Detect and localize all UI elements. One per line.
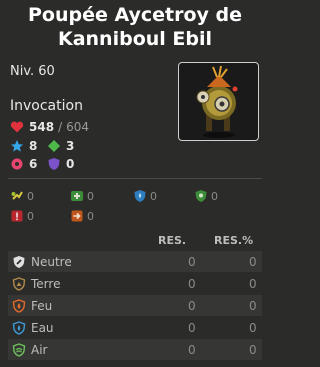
res-value-eau: 0 xyxy=(188,320,196,335)
res-row-terre: Terre 0 0 xyxy=(8,273,262,294)
monster-level: Niv. 60 xyxy=(10,64,55,79)
monster-name-line2: Kanniboul Ebil xyxy=(57,28,213,50)
warning-icon xyxy=(11,210,23,222)
shield-icon xyxy=(48,158,60,170)
heart-icon xyxy=(10,121,24,133)
mini-stat-5-value: 0 xyxy=(27,209,34,223)
res-pct-eau: 0 xyxy=(249,320,257,335)
neutral-shield-icon xyxy=(13,255,25,268)
monster-name-line1: Poupée Aycetroy de xyxy=(27,4,243,26)
hp-value: 548 xyxy=(29,120,55,134)
hp-max: 604 xyxy=(66,120,90,134)
res-row-neutre: Neutre 0 0 xyxy=(8,251,262,272)
res-value-air: 0 xyxy=(188,342,196,357)
mini-stat-3: 0 xyxy=(133,189,157,203)
res-pct-header: RES.% xyxy=(214,234,254,247)
fire-icon xyxy=(12,298,26,313)
earth-shield-icon xyxy=(195,190,207,202)
res-value-neutre: 0 xyxy=(188,254,196,269)
mini-stat-4: 0 xyxy=(194,189,218,203)
water-shield-icon xyxy=(134,190,146,202)
res-row-feu: Feu 0 0 xyxy=(8,295,262,316)
pushback-icon xyxy=(71,210,83,222)
diamond-icon xyxy=(48,140,60,152)
res-pct-neutre: 0 xyxy=(249,254,257,269)
earth-icon xyxy=(12,276,26,291)
shield-value: 0 xyxy=(66,157,75,171)
res-pct-terre: 0 xyxy=(249,276,257,291)
res-name-eau: Eau xyxy=(31,320,54,335)
mini-stat-4-value: 0 xyxy=(211,189,218,203)
res-pct-air: 0 xyxy=(249,342,257,357)
divider xyxy=(8,178,262,179)
ap-value: 8 xyxy=(29,139,38,153)
res-value-terre: 0 xyxy=(188,276,196,291)
res-name-neutre: Neutre xyxy=(31,254,72,269)
ap-mp-row: 8 3 xyxy=(10,139,74,153)
mp-value: 3 xyxy=(66,139,75,153)
res-row-eau: Eau 0 0 xyxy=(8,317,262,338)
mini-stat-1-value: 0 xyxy=(27,189,34,203)
mini-stat-2-value: 0 xyxy=(87,189,94,203)
res-row-air: Air 0 0 xyxy=(8,339,262,360)
hp-row: 548 / 604 xyxy=(10,120,89,134)
res-pct-feu: 0 xyxy=(249,298,257,313)
mini-stat-6-value: 0 xyxy=(87,209,94,223)
star-icon xyxy=(11,140,23,152)
res-header: RES. xyxy=(158,234,187,247)
mini-stat-1: 0 xyxy=(10,189,34,203)
air-icon xyxy=(12,342,26,357)
water-icon xyxy=(12,320,26,335)
monster-portrait xyxy=(178,62,259,141)
mini-stat-6: 0 xyxy=(70,209,94,223)
hp-separator: / xyxy=(58,120,63,134)
range-icon xyxy=(11,158,23,170)
res-name-air: Air xyxy=(31,342,48,357)
power-icon xyxy=(11,191,23,200)
heal-icon xyxy=(71,191,83,201)
monster-type: Invocation xyxy=(10,98,83,114)
monster-name: Poupée Aycetroy de Kanniboul Ebil xyxy=(0,3,270,51)
mini-stat-3-value: 0 xyxy=(150,189,157,203)
res-value-feu: 0 xyxy=(188,298,196,313)
res-name-terre: Terre xyxy=(31,276,61,291)
mini-stat-2: 0 xyxy=(70,189,94,203)
mini-stat-5: 0 xyxy=(10,209,34,223)
range-shield-row: 6 0 xyxy=(10,157,74,171)
res-name-feu: Feu xyxy=(31,298,53,313)
range-value: 6 xyxy=(29,157,38,171)
